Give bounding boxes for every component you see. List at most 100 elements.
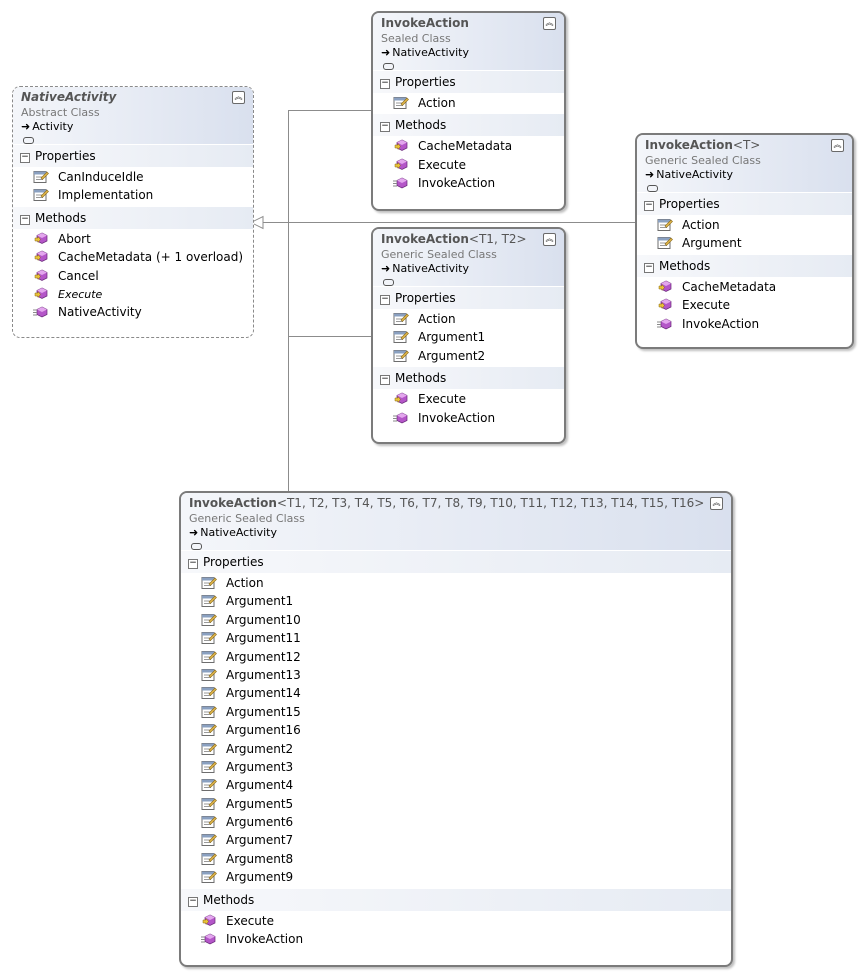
method-item[interactable]: Execute [373, 390, 564, 408]
collapse-icon[interactable]: ︽ [831, 139, 844, 152]
property-item[interactable]: Argument11 [181, 629, 731, 647]
property-name: Argument9 [226, 870, 294, 885]
section-toggle-icon[interactable]: − [380, 295, 390, 305]
property-item[interactable]: Argument13 [181, 666, 731, 684]
class-invoke-action-t1-t2[interactable]: InvokeAction<T1, T2> Generic Sealed Clas… [371, 227, 566, 444]
base-class: ➜ NativeActivity [189, 526, 277, 539]
property-item[interactable]: Argument [637, 234, 852, 252]
properties-section-header[interactable]: − Properties [181, 551, 731, 573]
property-item[interactable]: Argument9 [181, 868, 731, 886]
collapse-icon[interactable]: ︽ [543, 233, 556, 246]
methods-section-header[interactable]: − Methods [181, 888, 731, 911]
property-item[interactable]: Argument2 [181, 740, 731, 758]
property-item[interactable]: Action [181, 574, 731, 592]
section-toggle-icon[interactable]: − [188, 559, 198, 569]
method-item[interactable]: CacheMetadata [637, 278, 852, 296]
method-name: Execute [58, 287, 103, 301]
properties-section-header[interactable]: − Properties [373, 71, 564, 93]
method-name: InvokeAction [418, 176, 496, 191]
property-icon [201, 797, 217, 811]
collapse-icon[interactable]: ︽ [232, 91, 245, 104]
method-item[interactable]: CacheMetadata (+ 1 overload) [13, 248, 253, 266]
method-item[interactable]: Execute [13, 285, 253, 303]
property-item[interactable]: Argument15 [181, 703, 731, 721]
property-name: Argument1 [418, 330, 486, 345]
property-item[interactable]: Argument2 [373, 347, 564, 365]
section-toggle-icon[interactable]: − [20, 153, 30, 163]
property-name: Argument14 [226, 686, 301, 701]
class-native-activity[interactable]: NativeActivity Abstract Class ➜ Activity … [12, 86, 254, 338]
property-item[interactable]: Argument4 [181, 776, 731, 794]
property-item[interactable]: Argument7 [181, 831, 731, 849]
properties-section-header[interactable]: − Properties [13, 145, 253, 167]
property-item[interactable]: Action [373, 310, 564, 328]
method-item[interactable]: InvokeAction [637, 315, 852, 333]
property-icon [201, 576, 217, 590]
method-name: Execute [226, 913, 274, 928]
protected-method-icon [33, 232, 49, 246]
section-toggle-icon[interactable]: − [20, 214, 30, 225]
method-item[interactable]: Abort [13, 230, 253, 248]
property-icon [201, 742, 217, 756]
property-item[interactable]: Argument3 [181, 758, 731, 776]
methods-section-header[interactable]: − Methods [373, 367, 564, 390]
interface-lollipop-icon [21, 133, 245, 147]
method-item[interactable]: InvokeAction [373, 409, 564, 427]
property-icon [393, 96, 409, 110]
property-name: Implementation [58, 188, 154, 203]
property-item[interactable]: Argument6 [181, 813, 731, 831]
section-toggle-icon[interactable]: − [188, 896, 198, 907]
methods-section-header[interactable]: − Methods [373, 114, 564, 137]
properties-section-header[interactable]: − Properties [637, 193, 852, 215]
properties-section-header[interactable]: − Properties [373, 287, 564, 309]
property-item[interactable]: Argument12 [181, 648, 731, 666]
protected-method-icon [657, 298, 673, 312]
property-icon [33, 188, 49, 202]
property-icon [393, 312, 409, 326]
method-item[interactable]: Cancel [13, 267, 253, 285]
property-item[interactable]: Argument14 [181, 684, 731, 702]
collapse-icon[interactable]: ︽ [543, 17, 556, 30]
property-item[interactable]: CanInduceIdle [13, 168, 253, 186]
property-item[interactable]: Action [637, 216, 852, 234]
property-icon [33, 170, 49, 184]
collapse-icon[interactable]: ︽ [710, 497, 723, 510]
property-name: Action [682, 218, 720, 232]
property-item[interactable]: Argument1 [373, 328, 564, 346]
method-item[interactable]: Execute [637, 296, 852, 314]
section-toggle-icon[interactable]: − [380, 375, 390, 386]
method-item[interactable]: InvokeAction [181, 930, 731, 948]
property-item[interactable]: Argument1 [181, 592, 731, 610]
section-toggle-icon[interactable]: − [380, 79, 390, 89]
property-item[interactable]: Argument10 [181, 611, 731, 629]
property-item[interactable]: Argument8 [181, 850, 731, 868]
property-item[interactable]: Action [373, 94, 564, 112]
class-invoke-action[interactable]: InvokeAction Sealed Class ➜ NativeActivit… [371, 11, 566, 211]
property-icon [201, 870, 217, 884]
methods-section-header[interactable]: − Methods [637, 254, 852, 277]
method-item[interactable]: InvokeAction [373, 174, 564, 192]
section-toggle-icon[interactable]: − [380, 122, 390, 133]
method-item[interactable]: Execute [181, 912, 731, 930]
method-item[interactable]: Execute [373, 156, 564, 174]
class-invoke-action-t[interactable]: InvokeAction<T> Generic Sealed Class ➜ Na… [635, 133, 854, 349]
method-item[interactable]: CacheMetadata [373, 137, 564, 155]
method-item[interactable]: NativeActivity [13, 303, 253, 321]
methods-section-header[interactable]: − Methods [13, 206, 253, 229]
section-toggle-icon[interactable]: − [644, 262, 654, 273]
inherits-arrow-icon: ➜ [381, 262, 391, 275]
property-item[interactable]: Argument5 [181, 795, 731, 813]
property-item[interactable]: Implementation [13, 186, 253, 204]
protected-method-icon [393, 139, 409, 153]
class-kind: Generic Sealed Class [189, 512, 305, 525]
class-name: InvokeAction<T1, T2, T3, T4, T5, T6, T7,… [189, 496, 705, 510]
class-invoke-action-t1-t16[interactable]: InvokeAction<T1, T2, T3, T4, T5, T6, T7,… [179, 491, 733, 967]
section-toggle-icon[interactable]: − [644, 201, 654, 211]
constructor-icon [201, 932, 217, 946]
property-name: CanInduceIdle [58, 170, 144, 184]
method-name: InvokeAction [682, 316, 760, 331]
property-item[interactable]: Argument16 [181, 721, 731, 739]
property-name: Argument16 [226, 723, 301, 738]
method-name: Execute [418, 392, 466, 407]
property-icon [201, 815, 217, 829]
